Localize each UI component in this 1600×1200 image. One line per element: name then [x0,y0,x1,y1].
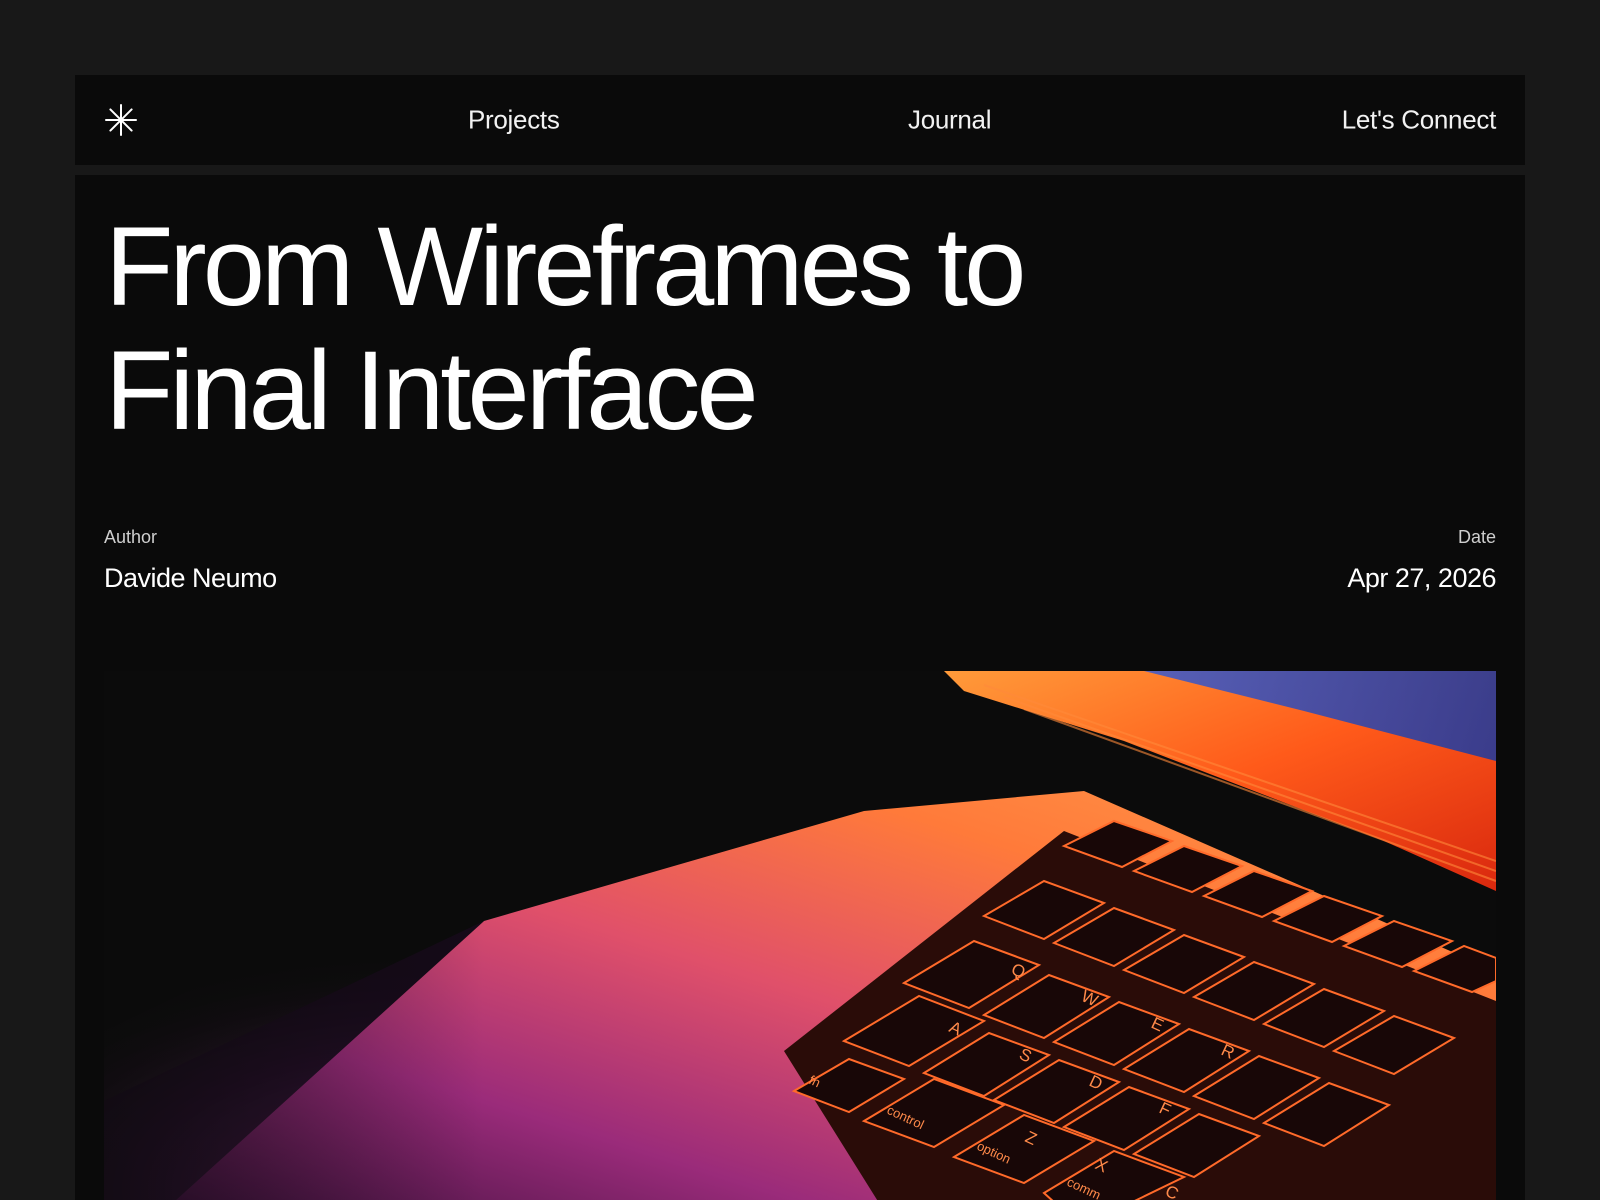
article-panel: From Wireframes to Final Interface Autho… [75,175,1525,1200]
nav-link-lets-connect[interactable]: Let's Connect [1342,105,1497,136]
date-value: Apr 27, 2026 [1347,563,1496,593]
article-title-line-1: From Wireframes to [105,204,1026,329]
hero-image: Q W E R A S D F Z X C fn control option … [104,671,1496,1200]
author-name: Davide Neumo [104,563,277,593]
nav-link-projects[interactable]: Projects [468,105,560,136]
article-title: From Wireframes to Final Interface [105,205,1105,453]
date-label: Date [1457,527,1496,547]
laptop-keyboard-illustration: Q W E R A S D F Z X C fn control option … [104,671,1496,1200]
top-navbar: Projects Journal Let's Connect [75,75,1525,165]
asterisk-icon[interactable] [104,103,138,137]
nav-link-journal[interactable]: Journal [908,105,991,136]
author-label: Author [104,527,158,547]
nav-links: Projects Journal Let's Connect [138,75,1496,165]
article-title-line-2: Final Interface [105,328,759,453]
